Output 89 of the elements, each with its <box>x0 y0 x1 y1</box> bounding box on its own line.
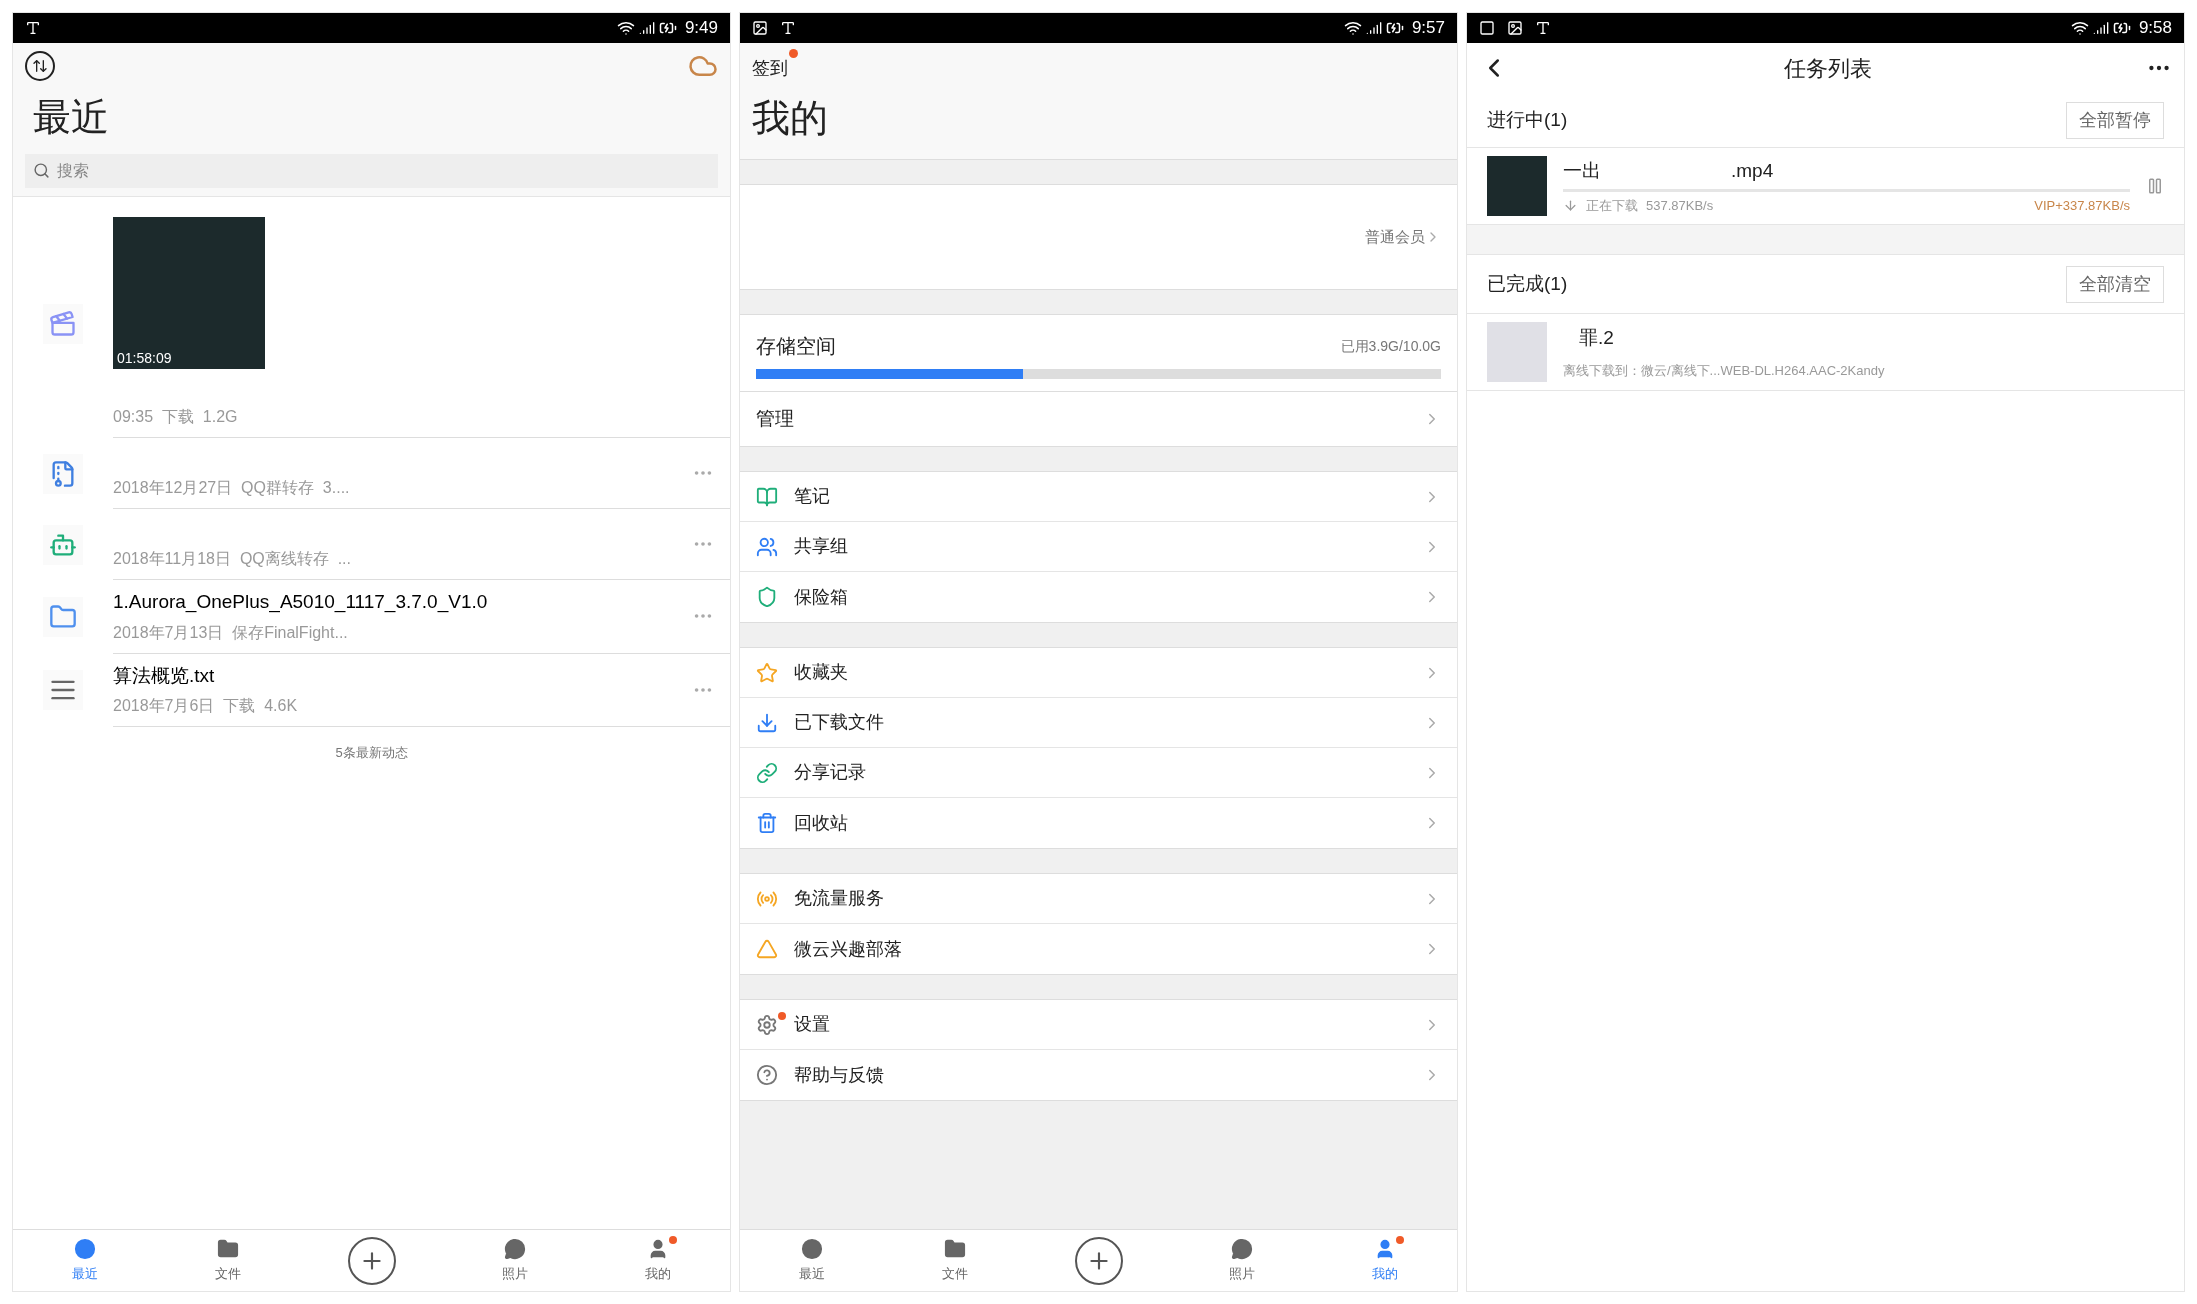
file-name[interactable]: 算法概览.txt <box>113 661 692 690</box>
speech-bubble-icon <box>503 1237 526 1260</box>
activity-count: 5条最新动态 <box>335 744 408 762</box>
menu-item[interactable]: 设置 <box>740 1000 1457 1050</box>
video-thumbnail <box>1487 156 1547 216</box>
trash-icon <box>756 812 778 834</box>
link-icon <box>756 761 778 784</box>
folder-icon <box>217 1237 240 1260</box>
video-duration: 01:58:09 <box>117 349 172 368</box>
file-thumbnail <box>1487 322 1547 382</box>
nav-tab[interactable]: 我的 <box>1364 1237 1407 1284</box>
clock-time: 9:49 <box>684 17 718 40</box>
triangle-icon <box>756 938 778 960</box>
clapperboard-icon <box>49 309 77 338</box>
file-meta: 2018年7月6日 下载 4.6K <box>113 696 299 716</box>
page-title: 我的 <box>752 96 829 141</box>
nav-tab[interactable]: 我的 <box>637 1237 680 1284</box>
pause-all-button[interactable]: 全部暂停 <box>2066 101 2164 139</box>
notification-icon <box>25 20 41 36</box>
file-name[interactable]: 1.Aurora_OnePlus_A5010_1117_3.7.0_V1.0 <box>113 588 692 617</box>
vip-speed: VIP+337.87KB/s <box>2034 197 2130 215</box>
menu-item[interactable]: 回收站 <box>740 798 1457 848</box>
file-name: .mp4 <box>1731 158 1774 183</box>
download-status: 正在下载 <box>1586 197 1638 215</box>
membership-link[interactable]: 普通会员 <box>1365 225 1441 249</box>
nav-tab[interactable]: 最近 <box>63 1237 106 1284</box>
search-icon <box>33 162 50 179</box>
screen-title: 任务列表 <box>1782 54 1873 83</box>
signal-icon <box>1365 20 1382 36</box>
download-speed: 537.87KB/s <box>1646 197 1714 215</box>
notification-icon <box>1535 20 1551 36</box>
notification-icon <box>1507 20 1523 36</box>
download-icon <box>756 711 778 734</box>
folder-icon <box>49 602 77 631</box>
section-heading: 已完成(1) <box>1487 271 1568 296</box>
menu-item[interactable]: 免流量服务 <box>740 874 1457 924</box>
signal-icon <box>638 20 655 36</box>
people-icon <box>756 535 778 558</box>
storage-label: 存储空间 <box>756 334 836 359</box>
clock-time: 9:57 <box>1411 17 1445 40</box>
menu-item[interactable]: 微云兴趣部落 <box>740 924 1457 974</box>
download-location: 离线下载到：微云/离线下...WEB-DL.H264.AAC-2Kandy <box>1563 361 1886 380</box>
section-heading: 进行中(1) <box>1487 107 1568 132</box>
add-button[interactable] <box>1074 1236 1123 1285</box>
menu-item[interactable]: 笔记 <box>740 472 1457 522</box>
video-thumbnail[interactable]: 01:58:09 <box>113 217 265 369</box>
menu-item[interactable]: 帮助与反馈 <box>740 1050 1457 1100</box>
file-meta: 2018年12月27日 QQ群转存 3.... <box>113 478 351 498</box>
notification-icon <box>1479 20 1495 36</box>
nav-tab[interactable]: 照片 <box>493 1237 536 1284</box>
file-name: 罪.2 <box>1578 326 1615 350</box>
speech-bubble-icon <box>1230 1237 1253 1260</box>
up-down-arrows-icon <box>32 58 48 74</box>
file-name: 一出 <box>1563 158 1601 183</box>
help-icon <box>756 1064 778 1086</box>
menu-item[interactable]: 已下载文件 <box>740 698 1457 748</box>
notebook-icon <box>756 485 778 508</box>
check-in-button[interactable]: 签到 <box>752 55 788 82</box>
page-title: 最近 <box>32 95 110 140</box>
menu-item[interactable]: 收藏夹 <box>740 648 1457 698</box>
clock-time: 9:58 <box>2138 17 2172 40</box>
notification-icon <box>780 20 796 36</box>
nav-tab[interactable]: 文件 <box>934 1237 977 1284</box>
clear-all-button[interactable]: 全部清空 <box>2066 265 2164 303</box>
file-meta: 2018年11月18日 QQ离线转存 ... <box>113 549 352 569</box>
add-button[interactable] <box>347 1236 396 1285</box>
storage-usage: 已用3.9G/10.0G <box>1340 336 1441 356</box>
folder-icon <box>944 1237 967 1260</box>
pause-icon[interactable] <box>2146 177 2164 195</box>
file-meta: 2018年7月13日 保存FinalFight... <box>113 622 349 643</box>
notification-icon <box>752 20 768 36</box>
star-icon <box>756 661 778 684</box>
menu-item[interactable]: 共享组 <box>740 522 1457 572</box>
shield-icon <box>756 586 778 608</box>
nav-tab[interactable]: 最近 <box>790 1237 833 1284</box>
transfer-button[interactable] <box>25 51 55 81</box>
nav-tab[interactable]: 照片 <box>1220 1237 1263 1284</box>
signal-icon <box>2092 20 2109 36</box>
wifi-icon <box>616 19 635 37</box>
menu-item[interactable]: 分享记录 <box>740 748 1457 798</box>
wifi-icon <box>2070 19 2089 37</box>
file-meta: 09:35 下载 1.2G <box>113 407 239 427</box>
menu-item[interactable]: 管理 <box>740 392 1457 446</box>
nav-tab[interactable]: 文件 <box>207 1237 250 1284</box>
download-arrow-icon <box>1563 198 1578 214</box>
gear-icon <box>756 1013 778 1036</box>
menu-item[interactable]: 保险箱 <box>740 572 1457 622</box>
wifi-icon <box>1343 19 1362 37</box>
search-field[interactable]: 搜索 <box>25 154 718 188</box>
